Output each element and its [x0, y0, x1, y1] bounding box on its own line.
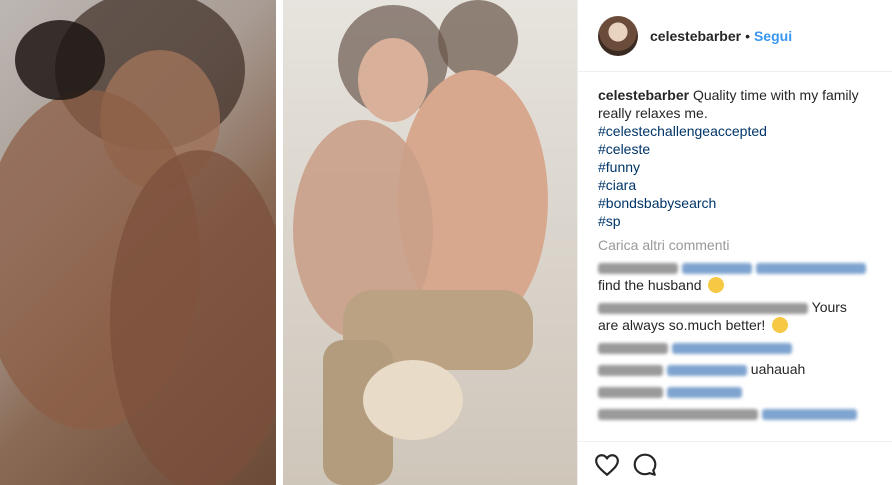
hashtag-link[interactable]: #celeste: [598, 140, 878, 158]
post-actions: [578, 441, 892, 485]
comment-item: find the husband: [598, 258, 878, 294]
comment-bubble-icon[interactable]: [632, 452, 658, 478]
post-media: [0, 0, 577, 485]
load-more-comments-button[interactable]: Carica altri commenti: [598, 236, 878, 254]
smiling-emoji-icon: [772, 317, 789, 333]
blurred-username: [598, 408, 758, 420]
blurred-mention: [681, 262, 752, 274]
blurred-username: [598, 302, 808, 314]
blurred-username: [598, 386, 663, 398]
hashtag-link[interactable]: #celestechallengeaccepted: [598, 122, 878, 140]
blurred-mention: [761, 408, 857, 420]
header-separator: •: [745, 27, 750, 44]
comment-item: [598, 404, 878, 422]
comments-section: celestebarber Quality time with my famil…: [598, 86, 878, 422]
author-username[interactable]: celestebarber: [650, 28, 741, 44]
blurred-mention: [671, 342, 792, 354]
author-avatar[interactable]: [598, 15, 638, 56]
comment-item: [598, 338, 878, 356]
blurred-mention: [666, 386, 742, 398]
blurred-username: [598, 342, 668, 354]
caption: celestebarber Quality time with my famil…: [598, 86, 878, 230]
post-photo-right[interactable]: [283, 0, 577, 485]
blurred-username: [598, 364, 663, 376]
blurred-username: [598, 262, 678, 274]
instagram-post: celestebarber • Segui celestebarber Qual…: [0, 0, 892, 485]
comment-item: Yours are always so.much better!: [598, 298, 878, 334]
post-photo-left[interactable]: [0, 0, 276, 485]
hashtag-link[interactable]: #bondsbabysearch: [598, 194, 878, 212]
hashtag-link[interactable]: #sp: [598, 212, 878, 230]
post-header: celestebarber • Segui: [578, 0, 892, 72]
comment-text: Yours: [811, 299, 847, 315]
comment-text: find the husband: [598, 277, 702, 293]
comment-text: uahauah: [750, 361, 806, 377]
heart-icon[interactable]: [594, 452, 620, 478]
laughing-emoji-icon: [708, 277, 725, 293]
blurred-mention: [666, 364, 747, 376]
follow-button[interactable]: Segui: [754, 28, 792, 44]
comment-item: uahauah: [598, 360, 878, 378]
comment-item: [598, 382, 878, 400]
blurred-mention: [755, 262, 866, 274]
hashtag-link[interactable]: #funny: [598, 158, 878, 176]
post-sidebar: celestebarber • Segui celestebarber Qual…: [577, 0, 892, 485]
hashtag-link[interactable]: #ciara: [598, 176, 878, 194]
comment-text: are always so.much better!: [598, 317, 766, 333]
caption-username[interactable]: celestebarber: [598, 87, 689, 103]
